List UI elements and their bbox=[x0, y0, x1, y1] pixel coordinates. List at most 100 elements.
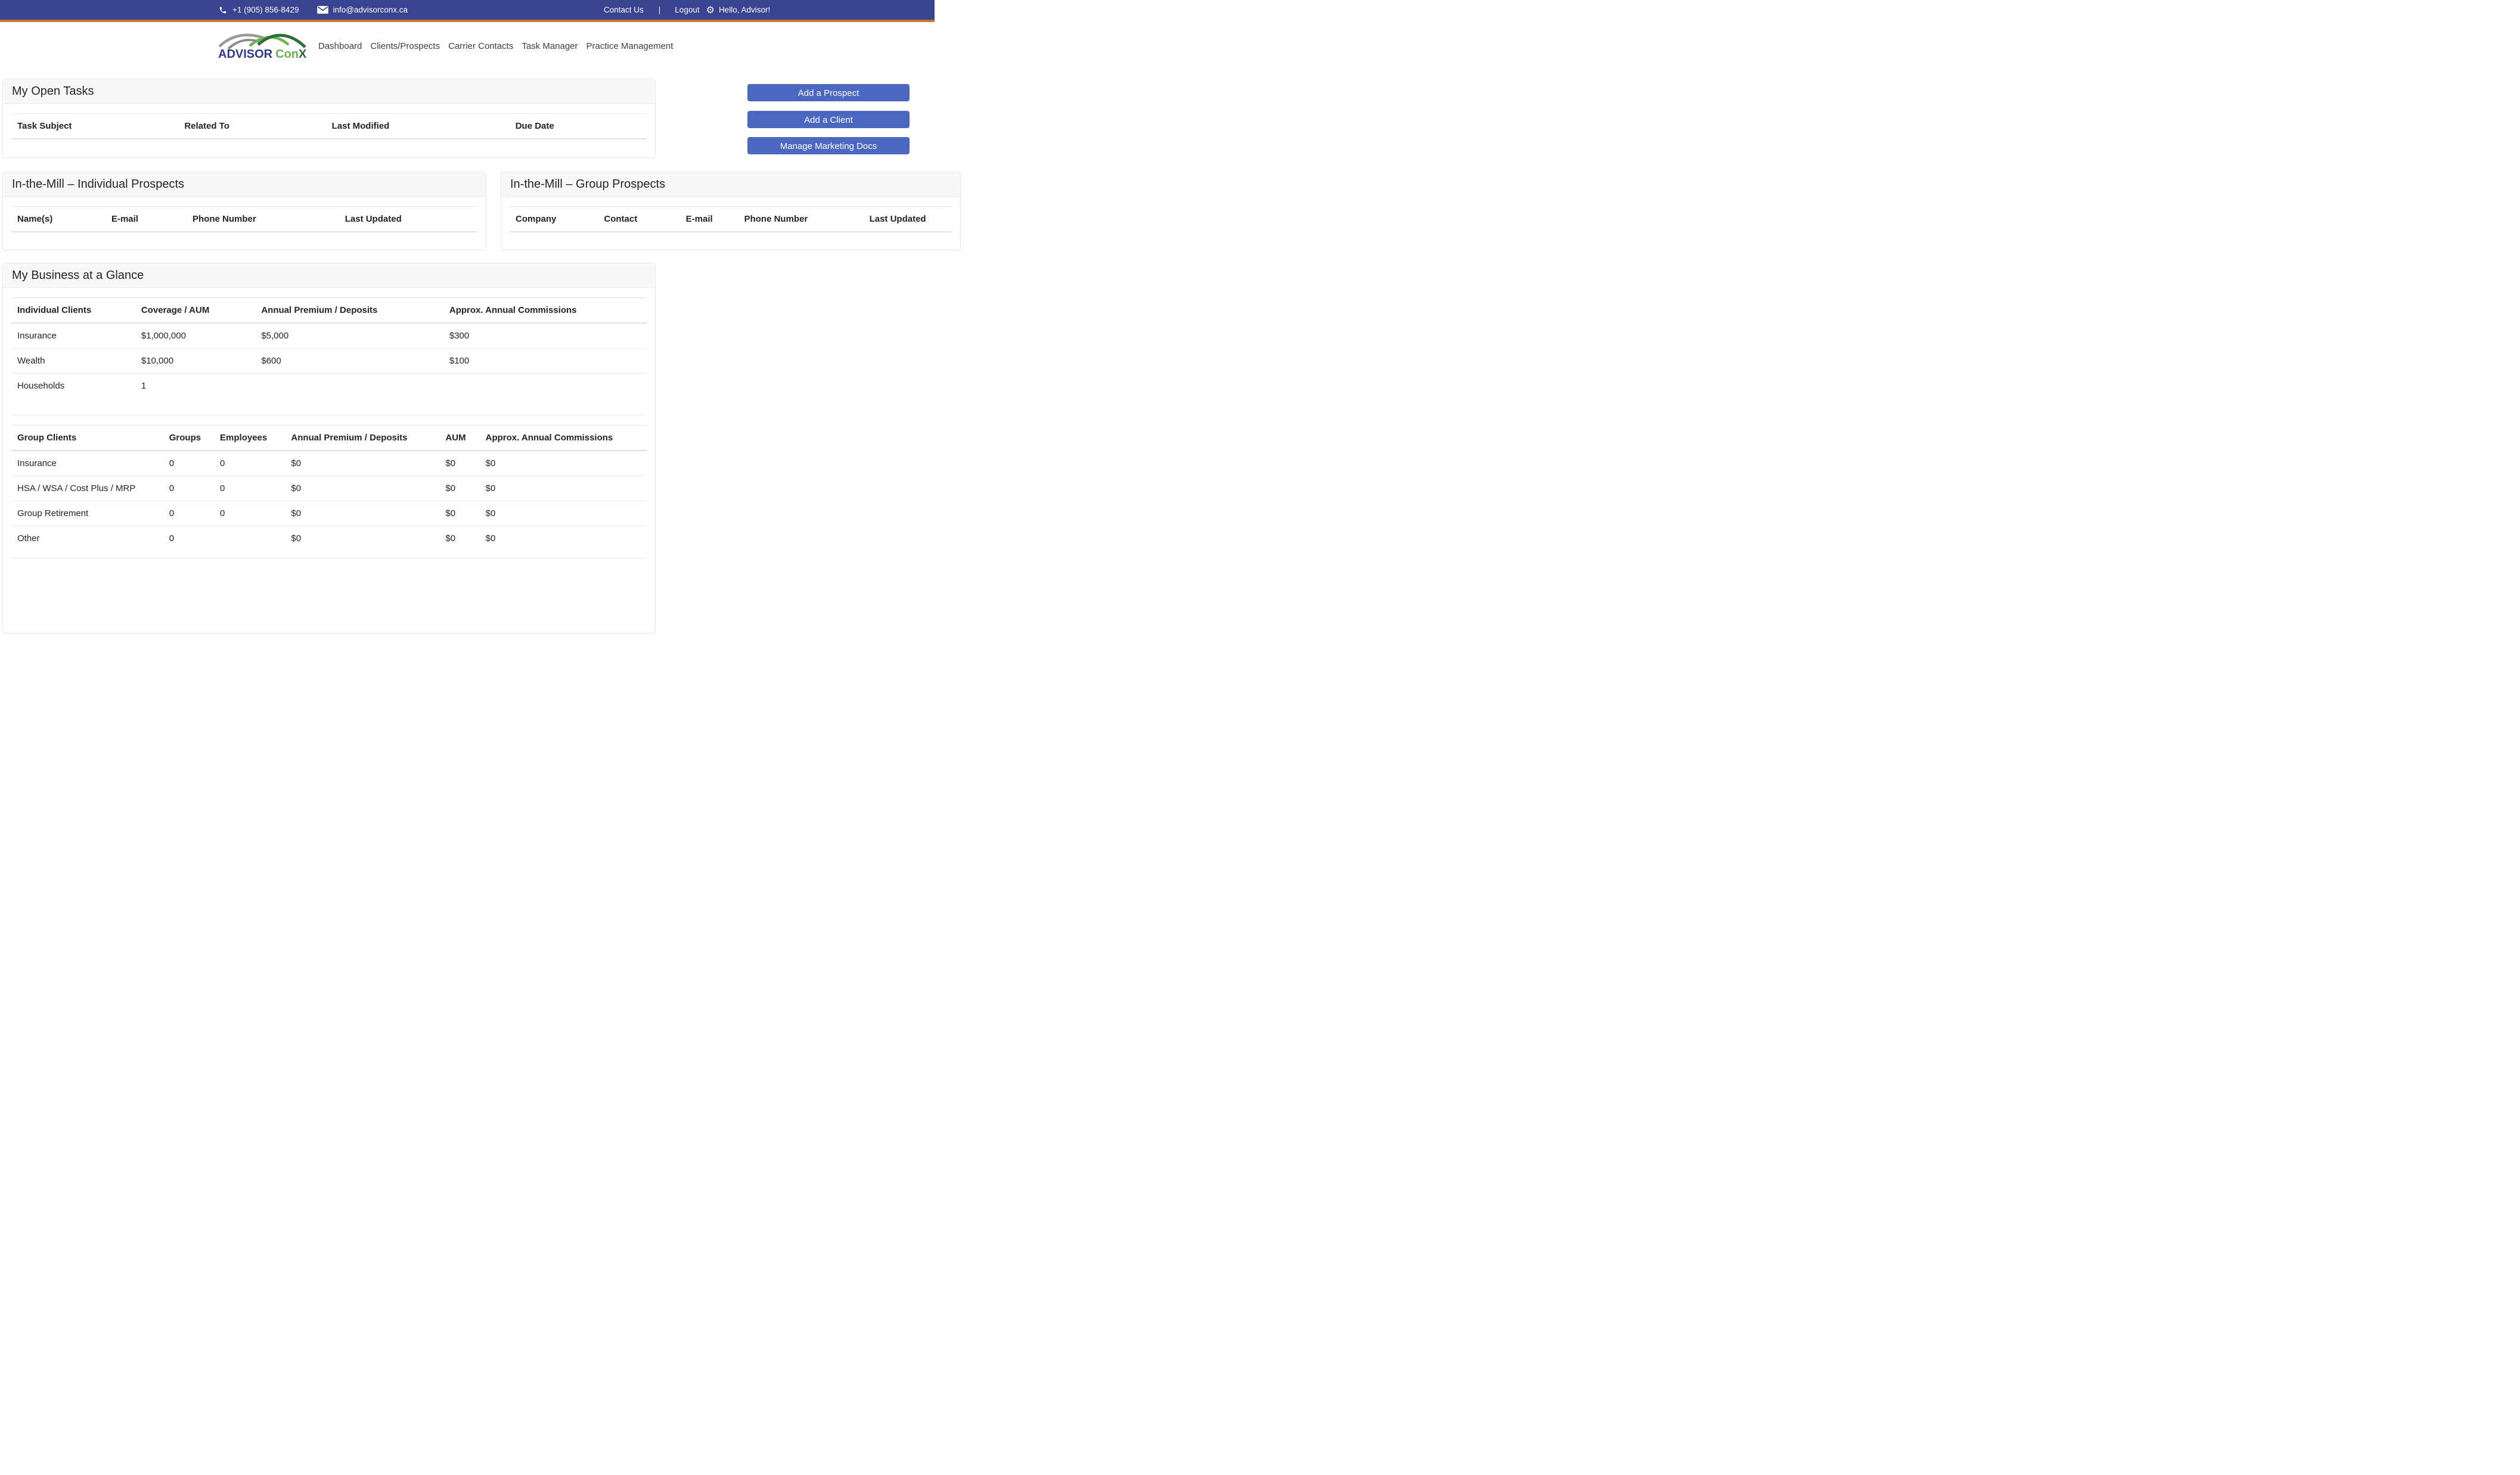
contact-us-link[interactable]: Contact Us bbox=[604, 5, 644, 14]
cell bbox=[214, 526, 285, 558]
column-header: AUM bbox=[439, 425, 480, 451]
cell: 0 bbox=[214, 501, 285, 526]
cell: $300 bbox=[443, 322, 647, 349]
group-clients-table: Group Clients Groups Employees Annual Premi… bbox=[11, 425, 647, 558]
cell: $0 bbox=[439, 501, 480, 526]
column-header: Last Updated bbox=[339, 206, 477, 232]
cell: $100 bbox=[443, 348, 647, 374]
table-row: Group Retirement 0 0 $0 $0 $0 bbox=[11, 501, 647, 526]
manage-marketing-docs-button[interactable]: Manage Marketing Docs bbox=[747, 137, 910, 154]
add-a-prospect-button[interactable]: Add a Prospect bbox=[747, 84, 910, 101]
phone-icon bbox=[219, 6, 227, 14]
user-greeting: Hello, Advisor! bbox=[718, 5, 771, 14]
cell: $0 bbox=[439, 450, 480, 476]
table-header-row: Individual Clients Coverage / AUM Annual P… bbox=[11, 297, 647, 324]
column-header: E-mail bbox=[105, 206, 187, 232]
cell: $0 bbox=[479, 526, 647, 558]
column-header: Task Subject bbox=[11, 113, 179, 139]
top-utility-bar: +1 (905) 856-8429 info@advisorconx.ca Co… bbox=[0, 0, 935, 22]
column-header: Due Date bbox=[509, 113, 647, 139]
column-header: Phone Number bbox=[738, 206, 864, 232]
column-header: Groups bbox=[163, 425, 215, 451]
table-row: Insurance $1,000,000 $5,000 $300 bbox=[11, 322, 647, 349]
table-row: Wealth $10,000 $600 $100 bbox=[11, 348, 647, 374]
column-header: Annual Premium / Deposits bbox=[285, 425, 440, 451]
section-title-open-tasks: My Open Tasks bbox=[3, 79, 655, 104]
cell: 0 bbox=[163, 526, 215, 558]
cell: $5,000 bbox=[255, 322, 443, 349]
column-header: Approx. Annual Commissions bbox=[443, 297, 647, 324]
nav-links: Dashboard Clients/Prospects Carrier Cont… bbox=[314, 22, 677, 70]
cell: 0 bbox=[163, 501, 215, 526]
main-navbar: ADVISOR ConX Dashboard Clients/Prospects … bbox=[0, 22, 935, 70]
quick-actions: Add a Prospect Add a Client Manage Marke… bbox=[747, 84, 910, 164]
cell: $600 bbox=[255, 348, 443, 374]
column-header: Contact bbox=[598, 206, 680, 232]
cell: Insurance bbox=[11, 450, 163, 476]
advisorconx-logo[interactable]: ADVISOR ConX bbox=[218, 30, 308, 61]
column-header: E-mail bbox=[679, 206, 738, 232]
section-title-group-prospects: In-the-Mill – Group Prospects bbox=[501, 172, 960, 197]
column-header: Employees bbox=[214, 425, 285, 451]
column-header: Last Updated bbox=[863, 206, 952, 232]
open-tasks-table: Task Subject Related To Last Modified Due D… bbox=[11, 113, 647, 139]
table-row: Insurance 0 0 $0 $0 $0 bbox=[11, 450, 647, 476]
column-header: Annual Premium / Deposits bbox=[255, 297, 443, 324]
cell: $0 bbox=[479, 450, 647, 476]
nav-item-practice-management[interactable]: Practice Management bbox=[582, 41, 678, 51]
cell: 0 bbox=[214, 476, 285, 501]
cell: $0 bbox=[479, 501, 647, 526]
business-at-a-glance-card: My Business at a Glance Individual Clien… bbox=[2, 263, 656, 634]
column-header: Company bbox=[510, 206, 598, 232]
topbar-phone-link[interactable]: +1 (905) 856-8429 bbox=[232, 5, 299, 14]
column-header: Individual Clients bbox=[11, 297, 135, 324]
logout-link[interactable]: Logout bbox=[675, 5, 699, 14]
nav-item-carrier-contacts[interactable]: Carrier Contacts bbox=[444, 41, 517, 51]
cell: $0 bbox=[285, 526, 440, 558]
column-header: Coverage / AUM bbox=[135, 297, 256, 324]
cell: 0 bbox=[214, 450, 285, 476]
column-header: Phone Number bbox=[187, 206, 339, 232]
table-header-row: Company Contact E-mail Phone Number Last Upd… bbox=[510, 206, 952, 232]
individual-prospects-table: Name(s) E-mail Phone Number Last Updated bbox=[11, 206, 477, 232]
topbar-user-area: Contact Us | Logout ⚙ Hello, Advisor! bbox=[604, 0, 770, 20]
table-header-row: Name(s) E-mail Phone Number Last Updated bbox=[11, 206, 477, 232]
cell: Insurance bbox=[11, 322, 135, 349]
add-a-client-button[interactable]: Add a Client bbox=[747, 110, 910, 128]
cell: Group Retirement bbox=[11, 501, 163, 526]
cell: $1,000,000 bbox=[135, 322, 256, 349]
cell: 0 bbox=[163, 450, 215, 476]
cell: $0 bbox=[285, 476, 440, 501]
individual-prospects-card: In-the-Mill – Individual Prospects Name(… bbox=[2, 172, 486, 250]
cell: $0 bbox=[479, 476, 647, 501]
nav-item-task-manager[interactable]: Task Manager bbox=[517, 41, 582, 51]
cell: $0 bbox=[285, 450, 440, 476]
nav-item-dashboard[interactable]: Dashboard bbox=[314, 41, 366, 51]
column-header: Approx. Annual Commissions bbox=[479, 425, 647, 451]
column-header: Group Clients bbox=[11, 425, 163, 451]
nav-item-clients-prospects[interactable]: Clients/Prospects bbox=[366, 41, 444, 51]
section-title-individual-prospects: In-the-Mill – Individual Prospects bbox=[3, 172, 486, 197]
group-prospects-card: In-the-Mill – Group Prospects Company Con… bbox=[501, 172, 961, 250]
column-header: Name(s) bbox=[11, 206, 105, 232]
cell: 0 bbox=[163, 476, 215, 501]
table-row: Other 0 $0 $0 $0 bbox=[11, 526, 647, 558]
envelope-icon bbox=[317, 6, 329, 14]
cell: $0 bbox=[285, 501, 440, 526]
topbar-contact-info: +1 (905) 856-8429 info@advisorconx.ca bbox=[219, 0, 408, 20]
cell: $0 bbox=[439, 476, 480, 501]
table-header-row: Task Subject Related To Last Modified Due D… bbox=[11, 113, 647, 139]
cell: 1 bbox=[135, 373, 256, 415]
cell: $10,000 bbox=[135, 348, 256, 374]
column-header: Last Modified bbox=[325, 113, 510, 139]
cell bbox=[255, 373, 443, 415]
my-open-tasks-card: My Open Tasks Task Subject Related To Last… bbox=[2, 79, 656, 158]
topbar-separator: | bbox=[658, 5, 661, 14]
topbar-email-link[interactable]: info@advisorconx.ca bbox=[333, 5, 408, 14]
table-row: HSA / WSA / Cost Plus / MRP 0 0 $0 $0 $0 bbox=[11, 476, 647, 501]
svg-text:ADVISORConX: ADVISOR ConX bbox=[218, 48, 307, 61]
gear-icon[interactable]: ⚙ bbox=[706, 5, 715, 15]
individual-clients-table: Individual Clients Coverage / AUM Annual P… bbox=[11, 297, 647, 415]
column-header: Related To bbox=[178, 113, 326, 139]
table-row: Households 1 bbox=[11, 373, 647, 415]
